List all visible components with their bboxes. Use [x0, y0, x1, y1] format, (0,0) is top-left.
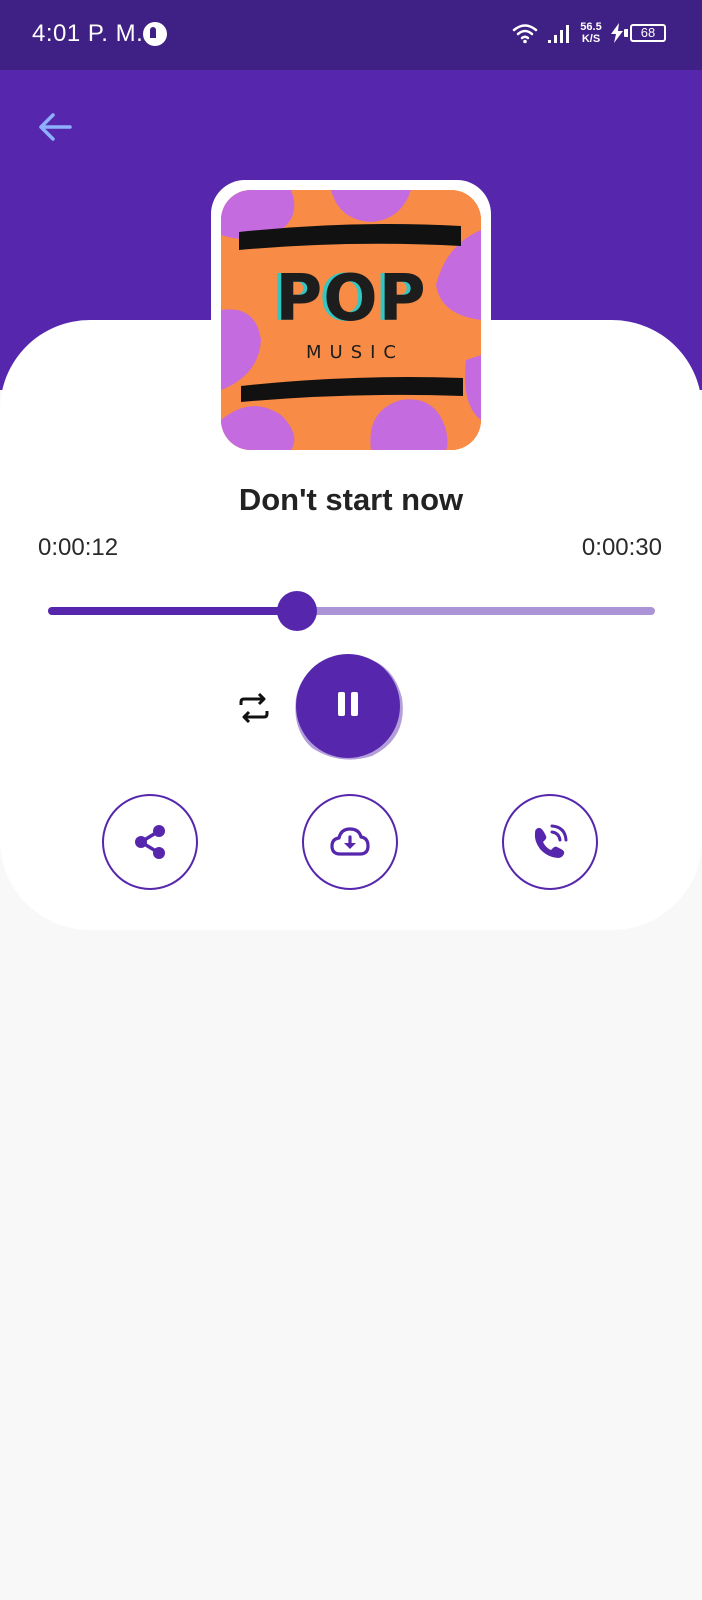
status-bar: 4:01 P. M. 56.5 K/S 68	[0, 0, 702, 70]
wifi-icon	[512, 24, 538, 44]
total-time: 0:00:30	[581, 534, 662, 561]
call-button[interactable]	[502, 794, 598, 890]
pause-button[interactable]	[296, 654, 400, 758]
battery-icon: 68	[630, 24, 666, 42]
phone-call-icon	[534, 824, 568, 858]
network-speed-value: 56.5	[580, 21, 602, 33]
album-cover-frame: POP MUSIC	[211, 180, 491, 458]
elapsed-time: 0:00:12	[38, 534, 119, 561]
repeat-button[interactable]	[236, 690, 272, 726]
download-button[interactable]	[302, 794, 398, 890]
signal-icon	[548, 25, 569, 43]
cloud-download-icon	[330, 827, 370, 856]
charging-bolt-icon	[611, 23, 623, 43]
share-icon	[135, 825, 165, 859]
battery-tip	[624, 29, 628, 37]
arrow-left-icon	[39, 113, 72, 141]
back-button[interactable]	[30, 102, 80, 152]
network-speed-unit: K/S	[581, 33, 601, 45]
seek-bar[interactable]	[48, 591, 655, 631]
status-time: 4:01 P. M.	[32, 20, 144, 47]
song-title: Don't start now	[238, 482, 464, 517]
app-notification-icon	[143, 22, 167, 46]
pause-icon	[335, 691, 361, 721]
seek-bar-thumb[interactable]	[276, 591, 317, 631]
seek-bar-progress	[48, 607, 297, 615]
share-button[interactable]	[102, 794, 198, 890]
music-player-screen: 4:01 P. M. 56.5 K/S 68 POP MUSIC Don't s…	[0, 0, 702, 1600]
network-speed: 56.5 K/S	[576, 21, 606, 45]
repeat-icon	[239, 693, 269, 723]
album-title: POP	[275, 262, 427, 336]
album-cover: POP MUSIC	[221, 190, 481, 450]
album-subtitle: MUSIC	[305, 342, 404, 363]
